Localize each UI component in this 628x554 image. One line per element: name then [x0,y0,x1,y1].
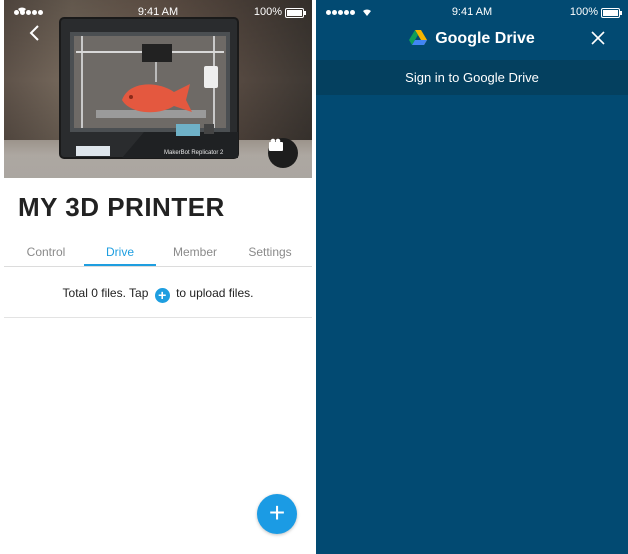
tab-member[interactable]: Member [159,245,231,259]
close-button[interactable] [590,30,606,46]
tab-bar: Control Drive Member Settings [4,240,312,267]
drive-title: Google Drive [316,30,628,48]
status-bar: 9:41 AM 100% [4,0,312,22]
page-title: MY 3D PRINTER [18,192,225,222]
active-tab-indicator [84,264,156,266]
battery-icon [285,8,306,18]
plus-icon[interactable]: + [154,288,170,303]
plus-icon: + [268,497,286,528]
google-drive-logo-icon [409,30,428,45]
drive-header: Google Drive [316,22,628,60]
add-file-button[interactable]: + [257,494,297,534]
tab-settings[interactable]: Settings [234,245,306,259]
printer-detail-screen: MakerBot Replicator 2 9:41 AM 100% MY 3D… [0,0,316,554]
file-count-text: Total 0 files. Tap [62,286,149,300]
chevron-left-icon [29,25,39,41]
camera-icon [269,138,283,151]
camera-button[interactable] [268,138,298,168]
battery-percent: 100% [569,6,598,18]
sign-in-button[interactable]: Sign in to Google Drive [316,60,628,95]
close-icon [591,31,605,45]
battery-percent: 100% [253,6,282,18]
tab-control[interactable]: Control [10,245,82,259]
printer-photo: MakerBot Replicator 2 9:41 AM 100% [4,0,312,178]
printer-brand-label: MakerBot Replicator 2 [164,150,224,156]
google-drive-screen: 9:41 AM 100% Google Drive Sign in to Goo… [316,0,628,554]
status-bar: 9:41 AM 100% [316,0,628,22]
divider [4,317,312,318]
upload-hint-text: to upload files. [176,286,254,300]
drive-title-text: Google Drive [435,30,535,47]
file-count-message: Total 0 files. Tap + to upload files. [4,286,312,303]
battery-icon [601,8,622,18]
tab-drive[interactable]: Drive [84,245,156,259]
back-button[interactable] [24,22,46,44]
printer-illustration: MakerBot Replicator 2 [59,17,239,159]
